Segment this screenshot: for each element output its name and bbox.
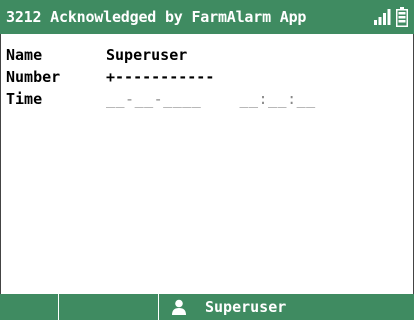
time-label: Time (6, 90, 43, 108)
acknowledgement-details: Name Superuser Number +----------- Time … (0, 34, 414, 294)
time-clock: __:__:__ (239, 90, 316, 108)
signal-icon (374, 9, 391, 25)
user-icon (172, 299, 186, 315)
footer-user-button[interactable]: Superuser (159, 294, 309, 320)
title-bar: 3212 Acknowledged by FarmAlarm App (0, 0, 414, 34)
footer-user-label: Superuser (205, 298, 287, 316)
footer-bar: Superuser (0, 294, 414, 320)
time-date: __-__-____ (106, 90, 202, 108)
footer-button-1[interactable] (0, 294, 59, 320)
number-label: Number (6, 68, 61, 86)
page-title: 3212 Acknowledged by FarmAlarm App (6, 8, 307, 26)
name-label: Name (6, 46, 43, 64)
name-value: Superuser (106, 46, 188, 64)
time-value: __-__-____ __:__:__ (106, 90, 316, 108)
battery-icon (396, 7, 408, 27)
number-value: +----------- (106, 68, 215, 86)
footer-button-2[interactable] (59, 294, 159, 320)
